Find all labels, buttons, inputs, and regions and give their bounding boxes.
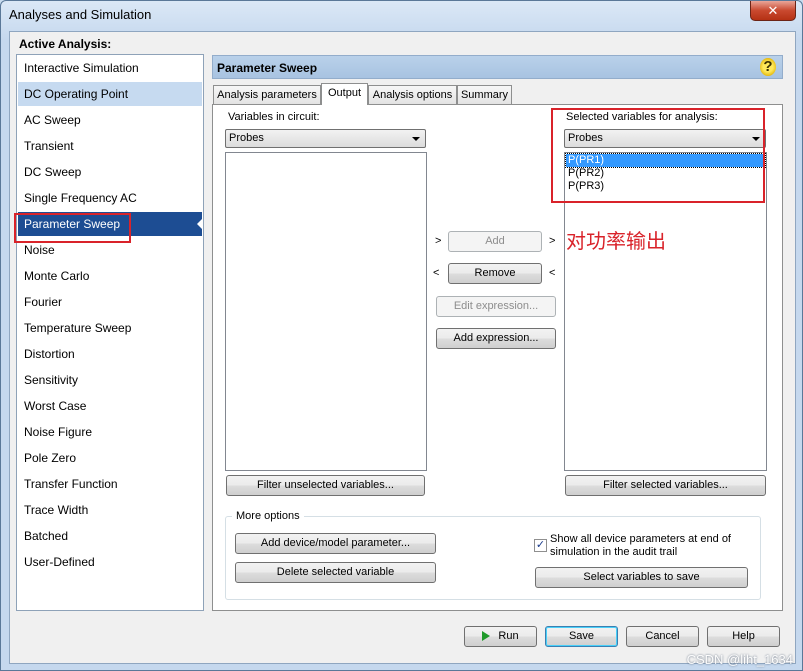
dialog-client-area: Active Analysis: Interactive Simulation D… <box>9 31 796 664</box>
left-filter-combo[interactable]: Probes <box>225 129 426 148</box>
tab-output[interactable]: Output <box>321 83 368 105</box>
edit-expression-button[interactable]: Edit expression... <box>436 296 556 317</box>
right-filter-combo[interactable]: Probes <box>564 129 766 148</box>
analysis-item-single-frequency-ac[interactable]: Single Frequency AC <box>18 186 202 210</box>
dialog-window: Analyses and Simulation ✕ Active Analysi… <box>0 0 803 671</box>
filter-unselected-button[interactable]: Filter unselected variables... <box>226 475 425 496</box>
remove-left-arrow: < <box>433 267 440 279</box>
analysis-item-trace-width[interactable]: Trace Width <box>18 498 202 522</box>
variables-in-circuit-list[interactable] <box>225 152 427 471</box>
title-bar[interactable]: Analyses and Simulation ✕ <box>1 1 802 29</box>
add-button[interactable]: Add <box>448 231 542 252</box>
close-button[interactable]: ✕ <box>750 1 796 21</box>
tab-analysis-parameters[interactable]: Analysis parameters <box>213 85 321 104</box>
add-expression-button[interactable]: Add expression... <box>436 328 556 349</box>
watermark: CSDN @liht_1634 <box>686 652 793 667</box>
left-filter-combo-value: Probes <box>229 132 264 144</box>
more-options-title: More options <box>232 510 304 522</box>
remove-button[interactable]: Remove <box>448 263 542 284</box>
show-params-checkbox[interactable]: ✓ <box>534 539 547 552</box>
analysis-item-fourier[interactable]: Fourier <box>18 290 202 314</box>
run-button-label: Run <box>498 630 519 642</box>
remove-right-arrow: < <box>549 267 556 279</box>
add-device-parameter-button[interactable]: Add device/model parameter... <box>235 533 436 554</box>
analysis-item-worst-case[interactable]: Worst Case <box>18 394 202 418</box>
window-title: Analyses and Simulation <box>9 7 152 22</box>
analysis-list[interactable]: Interactive Simulation DC Operating Point… <box>16 54 204 611</box>
analysis-item-dc-operating-point[interactable]: DC Operating Point <box>18 82 202 106</box>
analysis-item-ac-sweep[interactable]: AC Sweep <box>18 108 202 132</box>
add-left-arrow: > <box>435 235 442 247</box>
tab-summary[interactable]: Summary <box>457 85 512 104</box>
help-button[interactable]: Help <box>707 626 780 647</box>
analysis-item-sensitivity[interactable]: Sensitivity <box>18 368 202 392</box>
delete-selected-variable-button[interactable]: Delete selected variable <box>235 562 436 583</box>
analysis-item-batched[interactable]: Batched <box>18 524 202 548</box>
show-params-label[interactable]: Show all device parameters at end of sim… <box>550 533 750 559</box>
analysis-item-transfer-function[interactable]: Transfer Function <box>18 472 202 496</box>
analysis-item-dc-sweep[interactable]: DC Sweep <box>18 160 202 184</box>
analysis-item-monte-carlo[interactable]: Monte Carlo <box>18 264 202 288</box>
selected-variables-list[interactable]: P(PR1) P(PR2) P(PR3) <box>564 152 767 471</box>
chevron-down-icon <box>752 137 760 141</box>
filter-selected-button[interactable]: Filter selected variables... <box>565 475 766 496</box>
cancel-button[interactable]: Cancel <box>626 626 699 647</box>
right-filter-combo-value: Probes <box>568 132 603 144</box>
annotation-text: 对功率输出 <box>566 231 666 253</box>
variables-in-circuit-label: Variables in circuit: <box>228 111 320 123</box>
save-button[interactable]: Save <box>545 626 618 647</box>
add-right-arrow: > <box>549 235 556 247</box>
help-icon[interactable]: ? <box>760 58 776 76</box>
selected-variables-label: Selected variables for analysis: <box>566 111 718 123</box>
tab-analysis-options[interactable]: Analysis options <box>368 85 457 104</box>
panel-header: Parameter Sweep ? <box>212 55 783 79</box>
analysis-item-parameter-sweep[interactable]: Parameter Sweep <box>18 212 203 236</box>
analysis-item-user-defined[interactable]: User-Defined <box>18 550 202 574</box>
analysis-item-temperature-sweep[interactable]: Temperature Sweep <box>18 316 202 340</box>
chevron-down-icon <box>412 137 420 141</box>
analysis-item-noise[interactable]: Noise <box>18 238 202 262</box>
analysis-item-transient[interactable]: Transient <box>18 134 202 158</box>
analysis-item-pole-zero[interactable]: Pole Zero <box>18 446 202 470</box>
panel-title: Parameter Sweep <box>217 61 318 75</box>
select-variables-to-save-button[interactable]: Select variables to save <box>535 567 748 588</box>
active-analysis-label: Active Analysis: <box>19 37 112 51</box>
analysis-item-noise-figure[interactable]: Noise Figure <box>18 420 202 444</box>
play-icon <box>482 631 491 642</box>
run-button[interactable]: Run <box>464 626 537 647</box>
selected-variable-item[interactable]: P(PR3) <box>566 180 604 193</box>
analysis-item-distortion[interactable]: Distortion <box>18 342 202 366</box>
check-icon: ✓ <box>535 539 546 551</box>
selected-variable-item[interactable]: P(PR1) <box>565 153 766 168</box>
selected-variable-item[interactable]: P(PR2) <box>566 167 604 180</box>
analysis-item-interactive-simulation[interactable]: Interactive Simulation <box>18 56 202 80</box>
